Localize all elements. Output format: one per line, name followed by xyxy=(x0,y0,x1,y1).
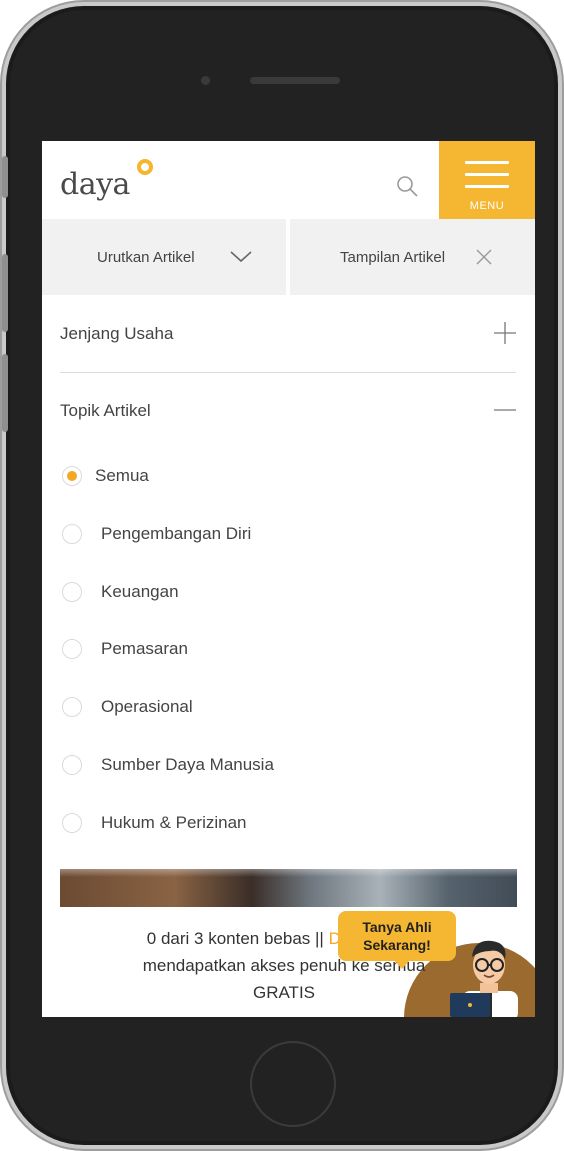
topic-option-label: Hukum & Perizinan xyxy=(101,813,247,832)
sort-articles-label: Urutkan Artikel xyxy=(97,248,195,266)
topic-option-pengembangan-diri[interactable]: Pengembangan Diri xyxy=(62,519,251,549)
article-image[interactable] xyxy=(60,869,517,909)
topic-option-label: Pengembangan Diri xyxy=(101,524,252,543)
ask-expert-line-1: Tanya Ahli xyxy=(362,919,432,935)
article-topic-label: Topik Artikel xyxy=(60,401,151,420)
topic-option-sumber-daya-manusia[interactable]: Sumber Daya Manusia xyxy=(62,750,274,780)
article-view-toggle[interactable]: Tampilan Artikel xyxy=(340,219,493,295)
filter-bar: Urutkan Artikel Tampilan Artikel xyxy=(42,219,535,295)
business-level-label: Jenjang Usaha xyxy=(60,324,174,343)
topic-option-operasional[interactable]: Operasional xyxy=(62,692,193,722)
site-header: daya MENU xyxy=(42,141,535,219)
article-view-label: Tampilan Artikel xyxy=(340,248,446,266)
mute-switch xyxy=(2,156,8,198)
radio-unchecked-icon[interactable] xyxy=(62,755,82,775)
topic-option-keuangan[interactable]: Keuangan xyxy=(62,577,179,607)
logo-mark-icon xyxy=(137,159,153,175)
minus-icon xyxy=(494,409,516,411)
earpiece-speaker xyxy=(250,77,340,84)
volume-down-button xyxy=(2,354,8,432)
radio-unchecked-icon[interactable] xyxy=(62,582,82,602)
hamburger-line xyxy=(465,173,509,176)
topic-option-semua[interactable]: Semua xyxy=(62,461,149,491)
sort-articles-dropdown[interactable]: Urutkan Artikel xyxy=(97,219,253,295)
phone-screen: daya MENU Urutkan Artikel Tampilan Artik… xyxy=(42,141,535,1017)
topic-option-label: Semua xyxy=(95,466,149,485)
topic-option-label: Sumber Daya Manusia xyxy=(101,755,274,774)
radio-unchecked-icon[interactable] xyxy=(62,813,82,833)
filter-divider xyxy=(286,219,290,295)
radio-unchecked-icon[interactable] xyxy=(62,524,82,544)
chevron-down-icon xyxy=(230,251,252,263)
menu-button[interactable]: MENU xyxy=(439,141,535,219)
radio-checked-icon[interactable] xyxy=(62,466,82,486)
hamburger-line xyxy=(465,185,509,188)
hamburger-icon xyxy=(465,161,509,164)
close-icon[interactable] xyxy=(475,248,493,266)
business-level-accordion[interactable]: Jenjang Usaha xyxy=(60,296,516,372)
search-icon[interactable] xyxy=(395,174,419,198)
front-camera xyxy=(201,76,210,85)
volume-up-button xyxy=(2,254,8,332)
radio-unchecked-icon[interactable] xyxy=(62,697,82,717)
article-topic-accordion[interactable]: Topik Artikel xyxy=(60,373,516,449)
plus-icon xyxy=(494,322,516,344)
topic-option-label: Operasional xyxy=(101,697,193,716)
daya-logo[interactable]: daya xyxy=(60,167,130,202)
topic-option-label: Keuangan xyxy=(101,582,179,601)
radio-unchecked-icon[interactable] xyxy=(62,639,82,659)
content-count-text: 0 dari 3 konten bebas || xyxy=(146,929,324,948)
topic-option-pemasaran[interactable]: Pemasaran xyxy=(62,634,188,664)
menu-label: MENU xyxy=(469,200,505,212)
ask-expert-button[interactable]: Tanya Ahli Sekarang! xyxy=(338,911,456,969)
topic-option-label: Pemasaran xyxy=(101,639,188,658)
banner-line-3: GRATIS xyxy=(252,983,316,1002)
topic-option-hukum-perizinan[interactable]: Hukum & Perizinan xyxy=(62,808,247,838)
free-content-banner: 0 dari 3 konten bebas || Daftar untuk me… xyxy=(42,907,535,1017)
ask-expert-line-2: Sekarang! xyxy=(363,937,431,953)
home-button[interactable] xyxy=(250,1041,336,1127)
